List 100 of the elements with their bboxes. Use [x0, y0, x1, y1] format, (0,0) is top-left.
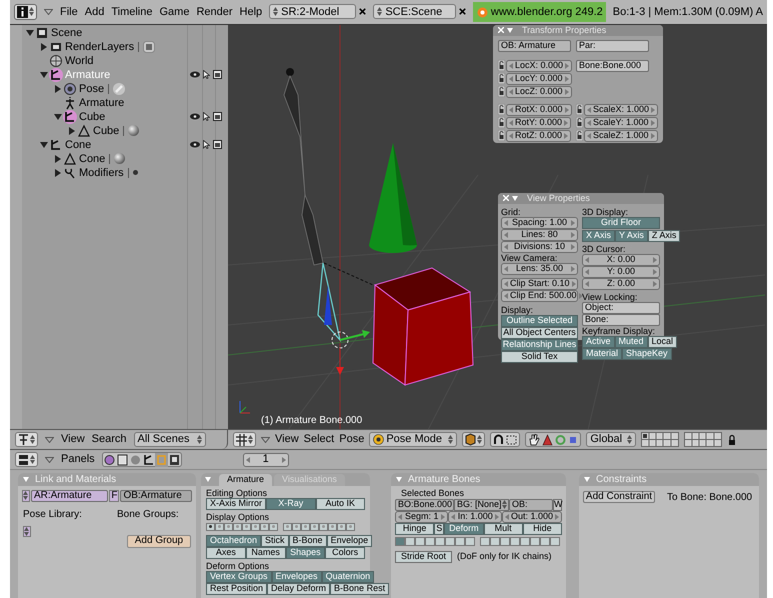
lock-icon[interactable] — [498, 73, 505, 84]
text-field[interactable]: OB: — [509, 498, 553, 511]
collapse-triangle-icon[interactable] — [507, 28, 513, 33]
pivot-button[interactable] — [490, 432, 520, 448]
toggle-button[interactable]: Envelopes — [272, 570, 322, 583]
lock-icon[interactable] — [498, 104, 505, 116]
toggle-button[interactable]: Solid Tex — [501, 350, 578, 363]
number-field[interactable]: Z: 0.00 — [582, 278, 660, 290]
tree-item-label[interactable]: Pose — [79, 80, 104, 98]
layer-toggle[interactable] — [415, 536, 425, 546]
up-down-arrows-icon[interactable] — [448, 435, 454, 444]
menu-item[interactable]: Timeline — [111, 4, 152, 20]
menu-triangle-icon[interactable] — [44, 8, 53, 15]
hand-icon[interactable] — [528, 432, 540, 447]
dropdown[interactable]: Pose Mode — [369, 432, 458, 448]
lock-icon[interactable] — [498, 117, 505, 128]
layer-toggle[interactable] — [269, 522, 278, 531]
number-field[interactable]: Segm: 1 — [395, 510, 448, 523]
layer-toggle[interactable] — [480, 536, 490, 546]
lock-icon[interactable] — [498, 60, 505, 72]
toggle-button[interactable]: Octahedron — [206, 534, 262, 547]
layer-toggle[interactable] — [251, 522, 260, 531]
number-field[interactable]: Divisions: 10 — [501, 240, 578, 253]
toggle-button[interactable]: Hinge — [395, 522, 434, 535]
expand-arrow-icon[interactable] — [54, 154, 62, 163]
number-field[interactable]: LocY: 0.000 — [506, 72, 572, 85]
number-field[interactable]: RotX: 0.000 — [506, 104, 572, 116]
tab[interactable]: Armature — [219, 474, 272, 486]
menu-item[interactable]: Panels — [61, 451, 95, 468]
editor-type-button[interactable] — [15, 452, 38, 467]
toggle-button[interactable]: Rest Position — [206, 582, 268, 595]
up-down-arrows-icon[interactable] — [273, 7, 278, 16]
render-icon[interactable] — [213, 112, 222, 122]
text-field[interactable]: Bone: — [582, 314, 660, 326]
layer-toggle[interactable] — [260, 522, 269, 531]
layer-toggle[interactable] — [233, 522, 242, 531]
up-down-arrows-icon[interactable] — [627, 435, 632, 444]
layer-toggle[interactable] — [310, 522, 319, 531]
bone-chain-icon[interactable] — [142, 452, 155, 466]
toggle-button[interactable]: Axes — [206, 546, 246, 559]
up-down-arrows-icon[interactable] — [196, 435, 202, 444]
layer-toggle[interactable] — [337, 522, 346, 531]
editor-type-button[interactable] — [14, 4, 37, 20]
layer-toggle[interactable] — [500, 536, 510, 546]
up-down-arrows-icon[interactable] — [477, 435, 482, 444]
toggle-button[interactable]: Quaternion — [322, 570, 374, 583]
editor-type-button[interactable] — [15, 432, 38, 448]
draw-type-button[interactable] — [462, 432, 486, 448]
arrow-left-icon[interactable] — [398, 514, 402, 520]
triangle-icon[interactable] — [542, 432, 554, 447]
arrow-right-icon[interactable] — [555, 514, 559, 520]
arrow-left-icon[interactable] — [504, 266, 508, 272]
lock-icon[interactable] — [498, 130, 505, 142]
arrow-left-icon[interactable] — [451, 514, 456, 520]
fake-user-button[interactable]: F — [109, 490, 120, 502]
layer-grid-icon[interactable] — [684, 432, 722, 448]
number-field[interactable]: RotY: 0.000 — [506, 116, 572, 129]
layer-toggle[interactable] — [346, 522, 355, 531]
eye-icon[interactable] — [190, 141, 200, 148]
layer-toggle[interactable] — [530, 536, 540, 546]
toggle-button[interactable]: Grid Floor — [582, 216, 660, 229]
eye-icon[interactable] — [190, 113, 200, 120]
number-field[interactable]: LocX: 0.000 — [506, 60, 572, 72]
toggle-button[interactable]: B-Bone — [288, 534, 327, 547]
render-icon[interactable] — [213, 140, 222, 150]
text-field[interactable]: AR:Armature — [30, 490, 108, 502]
layer-toggle[interactable] — [465, 536, 475, 546]
toggle-button[interactable]: Outline Selected — [501, 314, 578, 327]
tree-item-label[interactable]: Cube — [79, 108, 106, 126]
arrow-right-icon[interactable] — [494, 514, 499, 520]
editor-type-button[interactable] — [233, 432, 256, 448]
tree-item-label[interactable]: Cone — [65, 136, 92, 154]
toggle-button[interactable]: Colors — [325, 546, 365, 559]
layer-toggle[interactable] — [215, 522, 224, 531]
scene-field[interactable]: SCE:Scene — [373, 4, 456, 20]
layer-toggle[interactable] — [242, 522, 251, 531]
menu-triangle-icon[interactable] — [45, 436, 54, 443]
toggle-button[interactable]: All Object Centers — [501, 326, 578, 339]
number-field[interactable]: ScaleY: 1.000 — [584, 116, 658, 129]
toggle-button[interactable]: Mult — [484, 522, 523, 535]
text-field[interactable]: OB: Armature — [498, 40, 571, 52]
number-field[interactable]: In: 1.000 — [448, 510, 502, 523]
lock-icon[interactable] — [498, 86, 505, 98]
toggle-button[interactable]: ShapeKey — [622, 348, 672, 360]
toggle-button[interactable]: X-Ray — [266, 498, 316, 510]
dropdown[interactable]: All Scenes — [134, 432, 206, 448]
expand-arrow-icon[interactable] — [68, 126, 76, 135]
layer-toggle[interactable] — [490, 536, 500, 546]
layer-toggle[interactable] — [224, 522, 233, 531]
up-down-arrows-icon[interactable] — [377, 7, 382, 16]
close-icon[interactable] — [359, 7, 366, 16]
number-field[interactable]: Spacing: 1.00 — [501, 216, 578, 229]
up-down-arrows-icon[interactable] — [502, 500, 507, 510]
text-field[interactable]: Par: — [576, 40, 649, 52]
collapse-triangle-icon[interactable] — [205, 476, 211, 482]
tree-item-label[interactable]: Cone — [79, 150, 106, 168]
menu-item[interactable]: Game — [159, 4, 190, 20]
pointer-icon[interactable] — [203, 140, 210, 150]
number-field[interactable]: RotZ: 0.000 — [506, 130, 572, 142]
arrow-right-icon[interactable] — [441, 514, 446, 520]
